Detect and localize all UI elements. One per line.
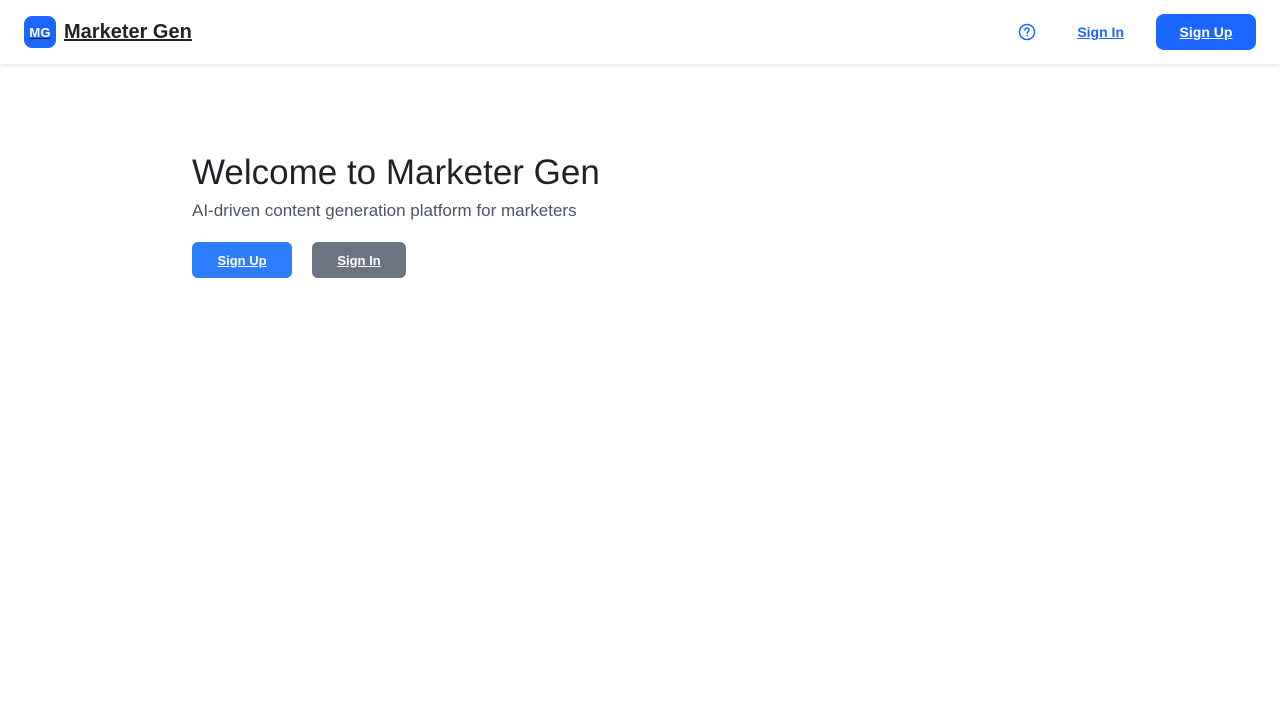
brand-link[interactable]: MG Marketer Gen	[24, 16, 192, 48]
header-signin-link[interactable]: Sign In	[1061, 16, 1140, 48]
help-button[interactable]	[1011, 16, 1043, 48]
hero-subtitle: AI-driven content generation platform fo…	[192, 201, 577, 220]
hero-section: Welcome to Marketer Gen AI-driven conten…	[192, 150, 600, 278]
brand-logo: MG	[24, 16, 56, 48]
brand-name: Marketer Gen	[64, 20, 192, 43]
header-actions: Sign In Sign Up	[1011, 14, 1256, 50]
hero-signup-button[interactable]: Sign Up	[192, 242, 292, 278]
hero-actions: Sign Up Sign In	[192, 242, 600, 278]
question-circle-icon	[1019, 23, 1036, 41]
hero-title: Welcome to Marketer Gen	[192, 153, 600, 192]
hero-signin-button[interactable]: Sign In	[312, 242, 406, 278]
header-signup-button[interactable]: Sign Up	[1156, 14, 1256, 50]
top-navbar: MG Marketer Gen Sign In Sign Up	[0, 0, 1280, 64]
